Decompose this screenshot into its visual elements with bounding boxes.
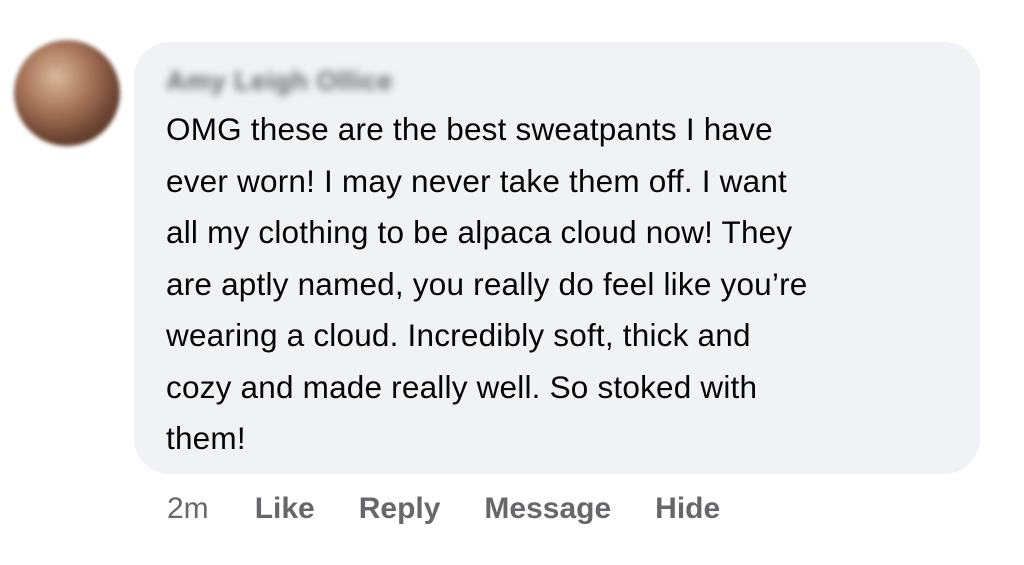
comment-bubble: Amy Leigh Ollice OMG these are the best …	[134, 42, 980, 474]
comment-text: OMG these are the best sweatpants I have…	[166, 111, 808, 456]
avatar[interactable]	[14, 40, 120, 146]
hide-button[interactable]: Hide	[655, 492, 720, 526]
reply-button[interactable]: Reply	[359, 492, 441, 526]
like-button[interactable]: Like	[255, 492, 315, 526]
comment-actions: 2m Like Reply Message Hide	[167, 487, 764, 531]
message-button[interactable]: Message	[484, 492, 611, 526]
comment-timestamp[interactable]: 2m	[167, 492, 209, 526]
comment-author-name[interactable]: Amy Leigh Ollice	[166, 64, 946, 98]
